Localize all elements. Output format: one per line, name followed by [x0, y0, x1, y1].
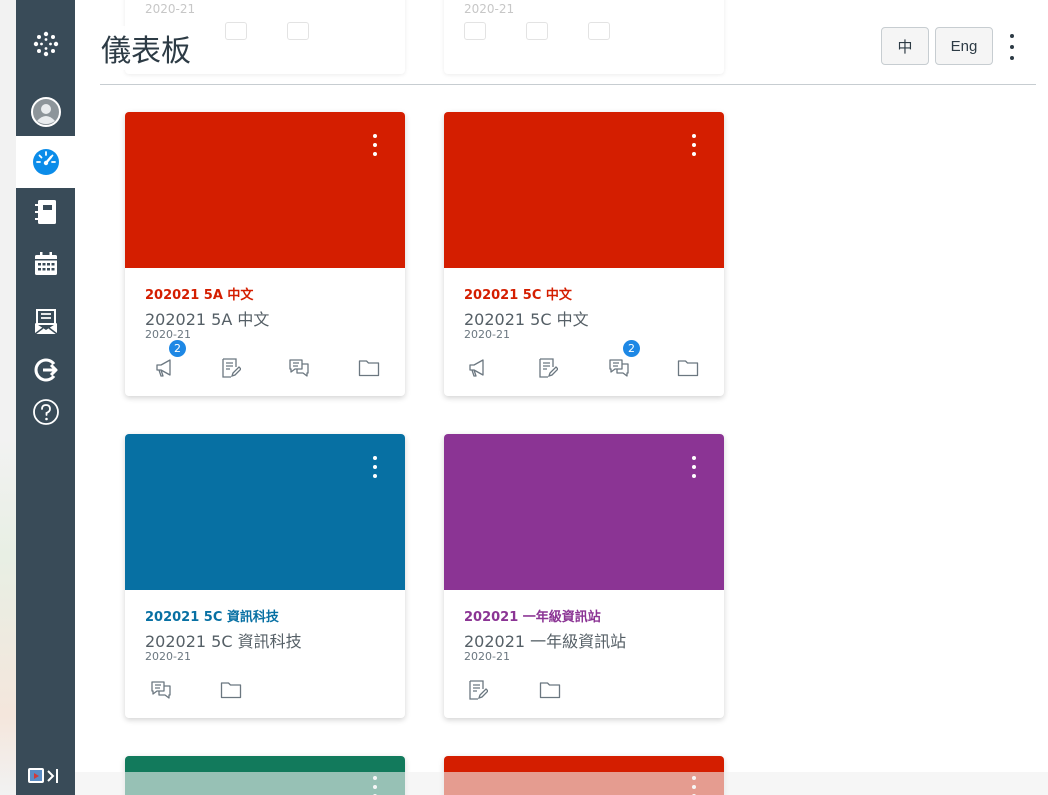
course-card-term: 2020-21 — [464, 328, 510, 341]
course-card-hero[interactable] — [444, 112, 724, 268]
announcements-icon — [469, 359, 484, 377]
course-card-options-button[interactable] — [371, 134, 379, 156]
page-title: 儀表板 — [101, 26, 191, 70]
account-avatar-icon — [30, 97, 61, 127]
course-card-options-button[interactable] — [690, 456, 698, 478]
canvas-logo-icon — [33, 31, 58, 57]
course-card-name: 202021 5C 中文 — [464, 310, 589, 329]
global-navigation — [16, 0, 75, 795]
discussions-button[interactable] — [287, 356, 311, 380]
unread-badge: 2 — [169, 340, 186, 357]
course-card-term: 2020-21 — [145, 650, 191, 663]
course-card[interactable]: 202021 5C 資訊科技 202021 5C 資訊科技 2020-21 — [125, 434, 405, 718]
language-zh-button[interactable]: 中 — [881, 27, 929, 65]
course-card[interactable]: 202021 5A 中文 202021 5A 中文 2020-21 2 — [125, 112, 405, 396]
discussions-button[interactable]: 2 — [607, 340, 640, 380]
course-card-name: 202021 一年級資訊站 — [464, 632, 627, 651]
announcements-icon — [156, 359, 171, 377]
unread-badge: 2 — [623, 340, 640, 357]
discussions-icon — [609, 359, 629, 377]
files-icon — [358, 360, 380, 377]
background-app-strip — [0, 0, 16, 795]
nav-account[interactable] — [16, 86, 75, 138]
files-icon — [539, 682, 561, 699]
dot — [1010, 34, 1014, 38]
course-card-name: 202021 5C 資訊科技 — [145, 632, 302, 651]
nav-courses[interactable] — [16, 186, 75, 238]
assignments-icon — [469, 680, 488, 700]
assignments-button[interactable] — [536, 356, 560, 380]
course-card-short-name[interactable]: 202021 5C 中文 — [464, 284, 572, 303]
course-card-hero[interactable] — [125, 434, 405, 590]
nav-canvas-logo[interactable] — [16, 18, 75, 70]
commons-icon — [34, 358, 57, 382]
collapse-nav-icon — [27, 767, 58, 783]
dashboard-options-button[interactable] — [1005, 34, 1019, 60]
course-card-short-name[interactable]: 202021 5A 中文 — [145, 284, 253, 303]
dot — [1010, 45, 1014, 49]
dot — [1010, 56, 1014, 60]
files-icon — [677, 360, 699, 377]
calendar-icon — [34, 252, 57, 275]
discussions-button[interactable] — [149, 678, 173, 702]
inbox-icon — [34, 309, 57, 335]
course-card-name: 202021 5A 中文 — [145, 310, 270, 329]
course-card[interactable]: 202021 一年級資訊站 202021 一年級資訊站 2020-21 — [444, 434, 724, 718]
course-card[interactable]: 202021 5C 中文 202021 5C 中文 2020-21 2 — [444, 112, 724, 396]
nav-help[interactable] — [16, 386, 75, 438]
files-icon — [220, 682, 242, 699]
nav-calendar[interactable] — [16, 238, 75, 290]
language-en-button[interactable]: Eng — [935, 27, 993, 65]
help-icon — [32, 399, 59, 425]
course-card-hero[interactable] — [444, 434, 724, 590]
course-card-options-button[interactable] — [690, 134, 698, 156]
files-button[interactable] — [676, 356, 700, 380]
nav-inbox[interactable] — [16, 296, 75, 348]
course-card-term: 2020-21 — [464, 650, 510, 663]
dashboard-main: 2020-21 2020-21 儀表板 中 Eng 202021 5A 中文 2… — [75, 0, 1048, 795]
dashboard-icon — [32, 149, 59, 175]
assignments-button[interactable] — [466, 678, 490, 702]
course-card-hero[interactable] — [125, 112, 405, 268]
assignments-icon — [539, 358, 558, 378]
dashboard-header: 儀表板 中 Eng — [75, 0, 1048, 84]
header-divider — [100, 84, 1036, 85]
collapse-nav-button[interactable] — [16, 756, 75, 795]
assignments-button[interactable] — [219, 356, 243, 380]
course-card-options-button[interactable] — [371, 456, 379, 478]
files-button[interactable] — [219, 678, 243, 702]
nav-dashboard[interactable] — [16, 136, 75, 188]
course-card-short-name[interactable]: 202021 一年級資訊站 — [464, 606, 601, 625]
assignments-icon — [222, 358, 241, 378]
courses-icon — [34, 200, 56, 224]
files-button[interactable] — [357, 356, 381, 380]
announcements-button[interactable]: 2 — [153, 340, 186, 380]
discussions-icon — [289, 359, 309, 377]
course-card-short-name[interactable]: 202021 5C 資訊科技 — [145, 606, 279, 625]
course-card-term: 2020-21 — [145, 328, 191, 341]
discussions-icon — [151, 681, 171, 699]
footer-overlay — [75, 772, 1048, 795]
announcements-button[interactable] — [466, 356, 490, 380]
files-button[interactable] — [538, 678, 562, 702]
